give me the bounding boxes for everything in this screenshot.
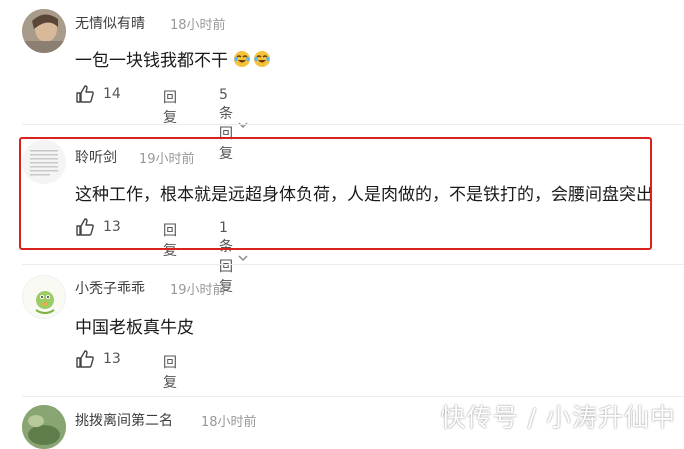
like-button[interactable]: 13 — [75, 349, 121, 369]
thumbs-up-icon — [75, 349, 95, 369]
timestamp: 18小时前 — [170, 18, 226, 33]
watermark: 快传号 / 小涛升仙中 — [440, 403, 676, 432]
laughing-crying-emoji-icon — [253, 50, 271, 68]
comment-text: 一包一块钱我都不干 — [75, 46, 271, 71]
timestamp: 18小时前 — [201, 415, 257, 430]
comment-item: 小秃子乖乖 19小时前 中国老板真牛皮 13 回复 — [0, 265, 684, 397]
avatar[interactable] — [22, 9, 66, 53]
laughing-crying-emoji-icon — [233, 50, 251, 68]
avatar[interactable] — [22, 405, 66, 449]
avatar[interactable] — [22, 275, 66, 319]
reply-button[interactable]: 回复 — [163, 87, 177, 127]
chevron-down-icon — [237, 252, 249, 264]
username[interactable]: 无情似有晴 — [75, 13, 145, 33]
comment-text: 中国老板真牛皮 — [75, 318, 194, 338]
like-count: 13 — [103, 351, 121, 367]
reply-button[interactable]: 回复 — [163, 352, 177, 392]
comment-text-content: 一包一块钱我都不干 — [75, 51, 228, 71]
username[interactable]: 挑拨离间第二名 — [75, 410, 173, 430]
like-button[interactable]: 14 — [75, 84, 121, 104]
username[interactable]: 小秃子乖乖 — [75, 278, 145, 298]
comment-item: 无情似有晴 18小时前 一包一块钱我都不干 14 回复 5条回复 — [0, 0, 684, 162]
thumbs-up-icon — [75, 84, 95, 104]
highlight-box — [19, 137, 652, 250]
timestamp: 19小时前 — [170, 283, 226, 298]
like-count: 14 — [103, 86, 121, 102]
